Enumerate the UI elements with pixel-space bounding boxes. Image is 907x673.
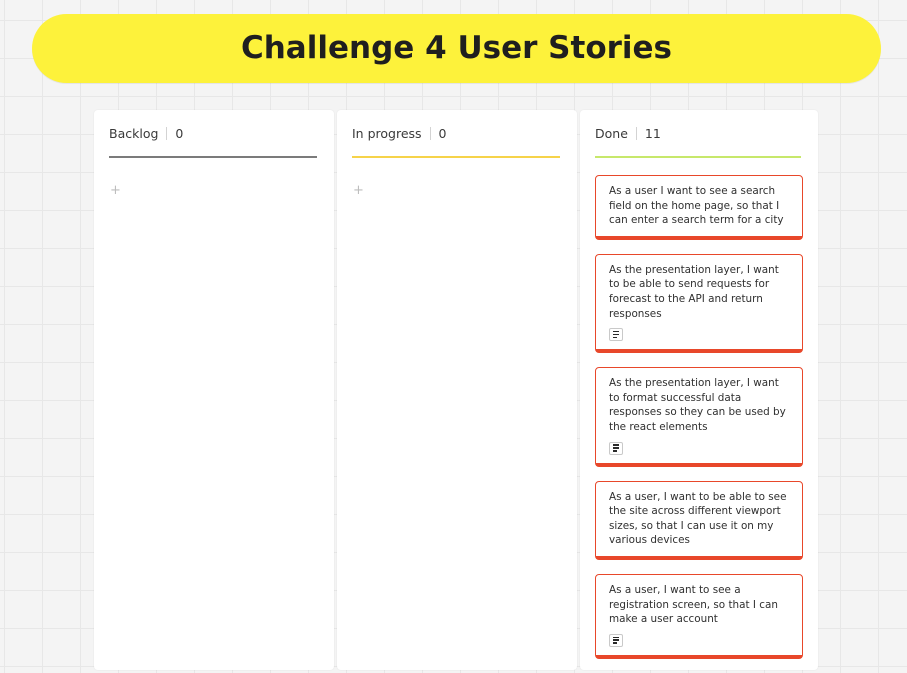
card-text: As the presentation layer, I want to be …: [609, 263, 779, 320]
header-divider: [166, 126, 168, 140]
column-in-progress[interactable]: In progress 0 +: [337, 110, 577, 670]
column-count: 0: [438, 125, 447, 141]
column-count: 0: [175, 125, 184, 141]
add-card-button[interactable]: +: [353, 184, 562, 197]
column-title: Backlog: [109, 125, 159, 141]
add-card-button[interactable]: +: [110, 184, 319, 197]
column-accent-rule: [595, 156, 801, 158]
header-divider: [429, 126, 431, 140]
story-card[interactable]: As a user I want to see a search field o…: [595, 175, 803, 240]
column-backlog[interactable]: Backlog 0 +: [94, 110, 334, 670]
card-list: As a user I want to see a search field o…: [595, 175, 803, 673]
board-title-banner[interactable]: Challenge 4 User Stories: [32, 14, 881, 83]
column-header: In progress 0: [352, 110, 562, 156]
column-title: Done: [595, 125, 628, 141]
column-done[interactable]: Done 11 As a user I want to see a search…: [580, 110, 818, 670]
story-card[interactable]: As a user, I want to see a registration …: [595, 573, 803, 659]
story-card[interactable]: As the presentation layer, I want to for…: [595, 367, 803, 467]
note-lines-icon[interactable]: [609, 328, 623, 342]
column-accent-rule: [352, 156, 560, 158]
column-header: Backlog 0: [109, 110, 319, 156]
card-text: As a user, I want to see a registration …: [609, 583, 778, 626]
note-lines-icon[interactable]: [609, 441, 623, 455]
card-text: As the presentation layer, I want to for…: [609, 377, 786, 433]
column-accent-rule: [109, 156, 317, 158]
column-count: 11: [644, 125, 661, 141]
card-text: As a user I want to see a search field o…: [609, 185, 784, 227]
header-divider: [635, 126, 637, 140]
card-text: As a user, I want to be able to see the …: [609, 490, 787, 547]
column-header: Done 11: [595, 110, 803, 156]
story-card[interactable]: As the presentation layer, I want to be …: [595, 253, 803, 354]
column-title: In progress: [352, 125, 422, 141]
board-title: Challenge 4 User Stories: [240, 29, 673, 66]
story-card[interactable]: As a user, I want to be able to see the …: [595, 480, 803, 560]
